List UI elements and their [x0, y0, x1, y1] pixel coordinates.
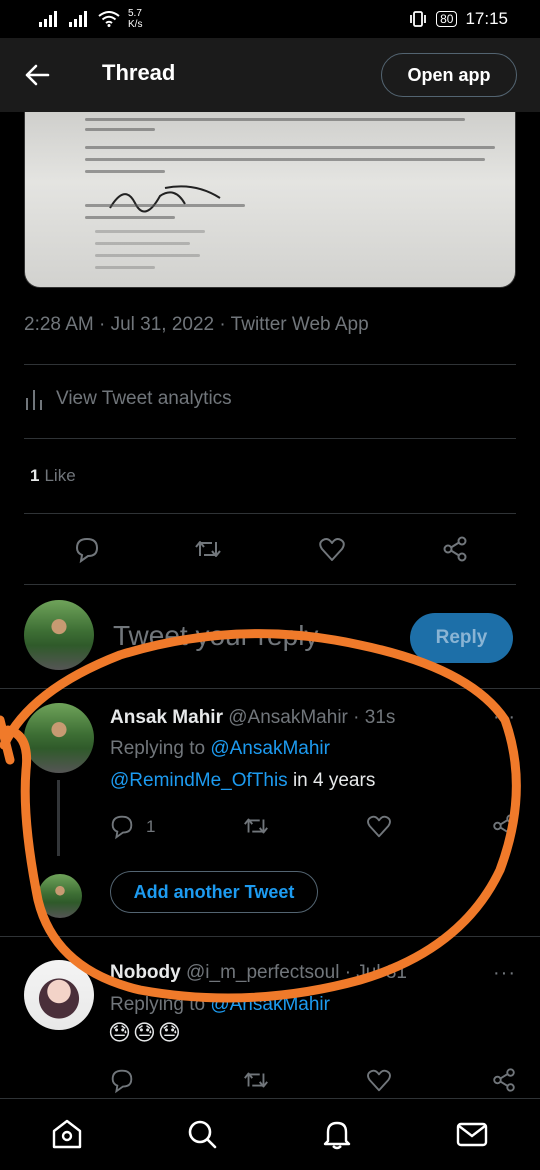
divider: [24, 513, 516, 514]
share-icon[interactable]: [490, 1066, 518, 1094]
reply-input[interactable]: Tweet your reply: [113, 620, 318, 652]
mention-link[interactable]: @RemindMe_OfThis: [110, 770, 288, 791]
replying-to: Replying to @AnsakMahir: [110, 738, 330, 759]
signal-icon: [39, 11, 57, 27]
retweet-icon[interactable]: [242, 812, 270, 840]
back-arrow-icon[interactable]: [24, 60, 50, 90]
analytics-label: View Tweet analytics: [56, 388, 232, 409]
mention-link[interactable]: @AnsakMahir: [210, 994, 330, 1015]
reply-icon[interactable]: [108, 812, 136, 840]
mention-link[interactable]: @AnsakMahir: [210, 738, 330, 759]
more-options-icon[interactable]: ···: [493, 706, 516, 729]
wifi-icon: [98, 11, 120, 27]
reply-icon[interactable]: [108, 1066, 136, 1094]
signal-icon-2: [69, 11, 87, 27]
view-tweet-analytics[interactable]: View Tweet analytics: [24, 388, 232, 410]
bottom-navigation: [0, 1098, 540, 1170]
reply-count: 1: [146, 817, 156, 836]
share-icon[interactable]: [440, 534, 470, 564]
more-options-icon[interactable]: ···: [493, 962, 516, 985]
network-speed: 5.7 K/s: [128, 8, 143, 30]
page-title: Thread: [102, 60, 176, 85]
search-icon[interactable]: [185, 1117, 219, 1151]
tweet-text: 😓😓😓: [108, 1020, 183, 1045]
divider: [24, 364, 516, 365]
likes-count[interactable]: 1 Like: [30, 466, 76, 486]
reply-icon[interactable]: [72, 534, 102, 564]
tweet-header[interactable]: Ansak Mahir @AnsakMahir · 31s: [110, 707, 395, 729]
battery-indicator: 80: [436, 11, 458, 27]
like-heart-icon[interactable]: [317, 534, 347, 564]
signature-mark: [109, 185, 221, 213]
author-name: Ansak Mahir: [110, 707, 223, 728]
status-bar: 5.7 K/s 80 17:15: [0, 0, 540, 38]
tweet-text: @RemindMe_OfThis in 4 years: [110, 770, 376, 791]
messages-envelope-icon[interactable]: [455, 1117, 489, 1151]
divider: [24, 584, 516, 585]
reply-tweet-actions: 1: [0, 812, 540, 842]
avatar[interactable]: [38, 874, 82, 918]
retweet-icon[interactable]: [242, 1066, 270, 1094]
notifications-bell-icon[interactable]: [320, 1117, 354, 1151]
main-tweet-actions: [0, 534, 540, 564]
like-heart-icon[interactable]: [365, 1066, 393, 1094]
like-heart-icon[interactable]: [365, 812, 393, 840]
divider: [24, 438, 516, 439]
divider: [0, 688, 540, 689]
open-app-button[interactable]: Open app: [381, 53, 517, 97]
add-another-tweet-button[interactable]: Add another Tweet: [110, 871, 318, 913]
top-app-bar: Thread Open app: [0, 38, 540, 112]
clock: 17:15: [465, 9, 508, 28]
author-name: Nobody: [110, 962, 181, 983]
author-handle: @i_m_perfectsoul · Jul 31: [186, 962, 407, 983]
home-icon[interactable]: [50, 1117, 84, 1151]
analytics-bars-icon: [26, 390, 42, 410]
avatar[interactable]: [24, 600, 94, 670]
tweet-timestamp[interactable]: 2:28 AM · Jul 31, 2022 · Twitter Web App: [24, 314, 369, 336]
avatar[interactable]: [24, 703, 94, 773]
vibrate-icon: [410, 11, 426, 27]
share-icon[interactable]: [490, 812, 518, 840]
author-handle: @AnsakMahir · 31s: [228, 707, 396, 728]
avatar[interactable]: [24, 960, 94, 1030]
divider: [0, 936, 540, 937]
reply-button[interactable]: Reply: [410, 613, 513, 663]
replying-to: Replying to @AnsakMahir: [110, 994, 330, 1015]
tweet-attached-photo[interactable]: [24, 112, 516, 288]
next-tweet-actions: [0, 1066, 540, 1096]
tweet-header[interactable]: Nobody @i_m_perfectsoul · Jul 31: [110, 962, 407, 984]
retweet-icon[interactable]: [193, 534, 223, 564]
